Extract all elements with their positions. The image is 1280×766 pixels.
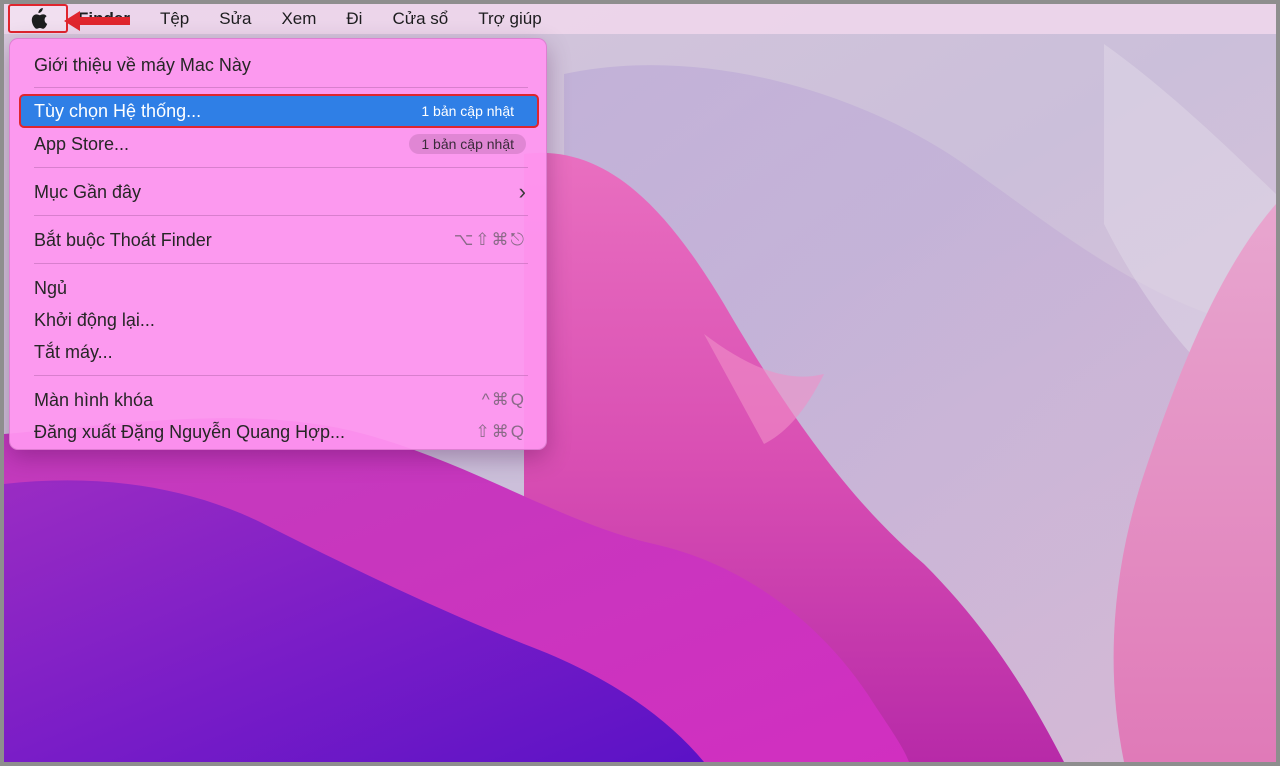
menu-separator [34,167,528,168]
menu-separator [34,87,528,88]
menu-view[interactable]: Xem [266,4,331,34]
apple-logo-icon [28,7,48,30]
recent-items-label: Mục Gần đây [34,182,142,202]
about-label: Giới thiệu về máy Mac Này [34,55,251,75]
keyboard-shortcut: ⌥⇧⌘⎋ [453,230,526,249]
menu-file[interactable]: Tệp [145,4,204,34]
sleep-label: Ngủ [34,278,68,298]
menu-item-lock-screen[interactable]: Màn hình khóa ^⌘Q [20,384,538,416]
chevron-right-icon: › [518,179,526,204]
lock-screen-label: Màn hình khóa [34,390,154,410]
app-store-label: App Store... [34,134,130,154]
menu-item-about-this-mac[interactable]: Giới thiệu về máy Mac Này [20,49,538,81]
keyboard-shortcut: ^⌘Q [481,390,526,409]
force-quit-label: Bắt buộc Thoát Finder [34,230,212,250]
menu-separator [34,215,528,216]
menu-item-shut-down[interactable]: Tắt máy... [20,336,538,368]
log-out-label: Đăng xuất Đặng Nguyễn Quang Hợp... [34,422,345,442]
update-badge: 1 bản cập nhật [421,103,514,119]
menu-go[interactable]: Đi [331,4,377,34]
menu-item-app-store[interactable]: App Store... 1 bản cập nhật [20,128,538,160]
menu-item-recent-items[interactable]: Mục Gần đây › [20,176,538,208]
restart-label: Khởi động lại... [34,310,155,330]
menu-separator [34,375,528,376]
menu-bar: Finder Tệp Sửa Xem Đi Cửa sổ Trợ giúp [4,4,1276,34]
menu-item-force-quit[interactable]: Bắt buộc Thoát Finder ⌥⇧⌘⎋ [20,224,538,256]
system-preferences-label: Tùy chọn Hệ thống... [34,101,202,121]
menu-bar-items: Finder Tệp Sửa Xem Đi Cửa sổ Trợ giúp [78,4,557,34]
update-badge: 1 bản cập nhật [409,134,526,154]
menu-item-log-out[interactable]: Đăng xuất Đặng Nguyễn Quang Hợp... ⇧⌘Q [20,416,538,448]
screen-frame: Finder Tệp Sửa Xem Đi Cửa sổ Trợ giúp Gi… [0,0,1280,766]
apple-menu-dropdown: Giới thiệu về máy Mac Này Tùy chọn Hệ th… [9,38,547,450]
menu-item-restart[interactable]: Khởi động lại... [20,304,538,336]
menu-item-sleep[interactable]: Ngủ [20,272,538,304]
apple-menu-button[interactable] [8,4,68,33]
annotation-arrow-icon [62,8,132,39]
menu-window[interactable]: Cửa sổ [377,4,463,34]
keyboard-shortcut: ⇧⌘Q [475,422,526,441]
menu-edit[interactable]: Sửa [204,4,266,34]
menu-item-system-preferences[interactable]: Tùy chọn Hệ thống... 1 bản cập nhật [19,94,539,128]
menu-help[interactable]: Trợ giúp [463,4,556,34]
shut-down-label: Tắt máy... [34,342,113,362]
menu-separator [34,263,528,264]
